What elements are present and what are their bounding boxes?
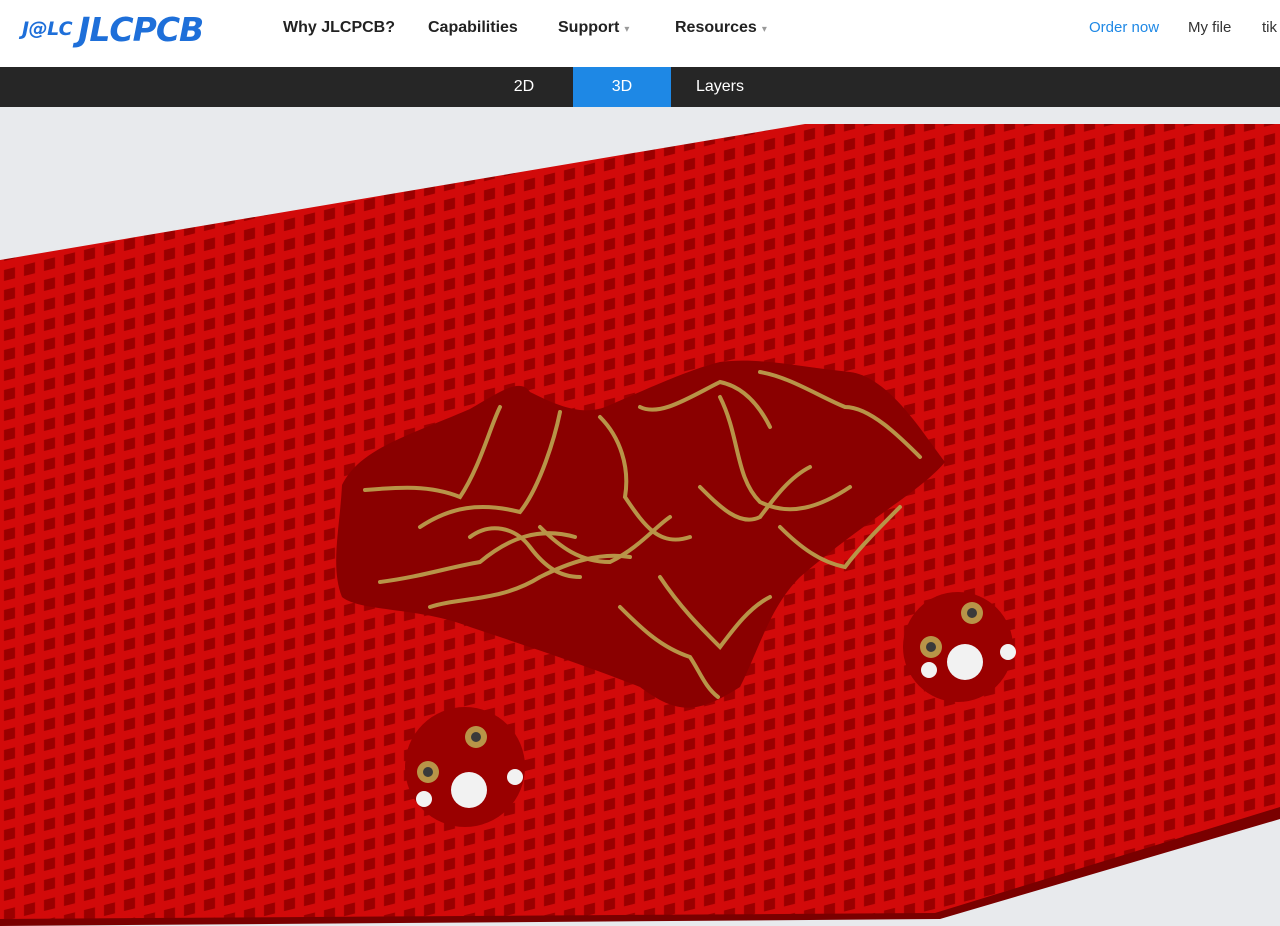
nav-resources-label: Resources [675,19,757,36]
pcb-3d-viewport[interactable] [0,107,1280,926]
tab-layers[interactable]: Layers [672,67,768,107]
logo-badge: J@LC [22,18,73,40]
logo-wordmark: JLCPCB [78,9,204,49]
nav-support[interactable]: Support ▾ [558,19,629,37]
nav-why-jlcpcb-label: Why JLCPCB? [283,19,395,36]
chevron-down-icon: ▾ [761,24,767,35]
top-navigation: J@LC JLCPCB Why JLCPCB? Capabilities Sup… [0,0,1280,67]
tab-3d[interactable]: 3D [573,67,671,107]
chevron-down-icon: ▾ [624,24,630,35]
view-mode-bar: 2D 3D Layers [0,67,1280,107]
tab-2d[interactable]: 2D [476,67,572,107]
jlcpcb-logo[interactable]: J@LC JLCPCB [22,9,204,49]
user-menu[interactable]: tik [1262,19,1277,36]
nav-capabilities-label: Capabilities [428,19,518,36]
my-file-link[interactable]: My file [1188,19,1231,36]
nav-capabilities[interactable]: Capabilities [428,19,518,37]
order-now-link[interactable]: Order now [1089,19,1159,36]
nav-support-label: Support [558,19,620,36]
nav-resources[interactable]: Resources ▾ [675,19,767,37]
nav-why-jlcpcb[interactable]: Why JLCPCB? [283,19,395,37]
switch-footprint-left [405,707,525,827]
